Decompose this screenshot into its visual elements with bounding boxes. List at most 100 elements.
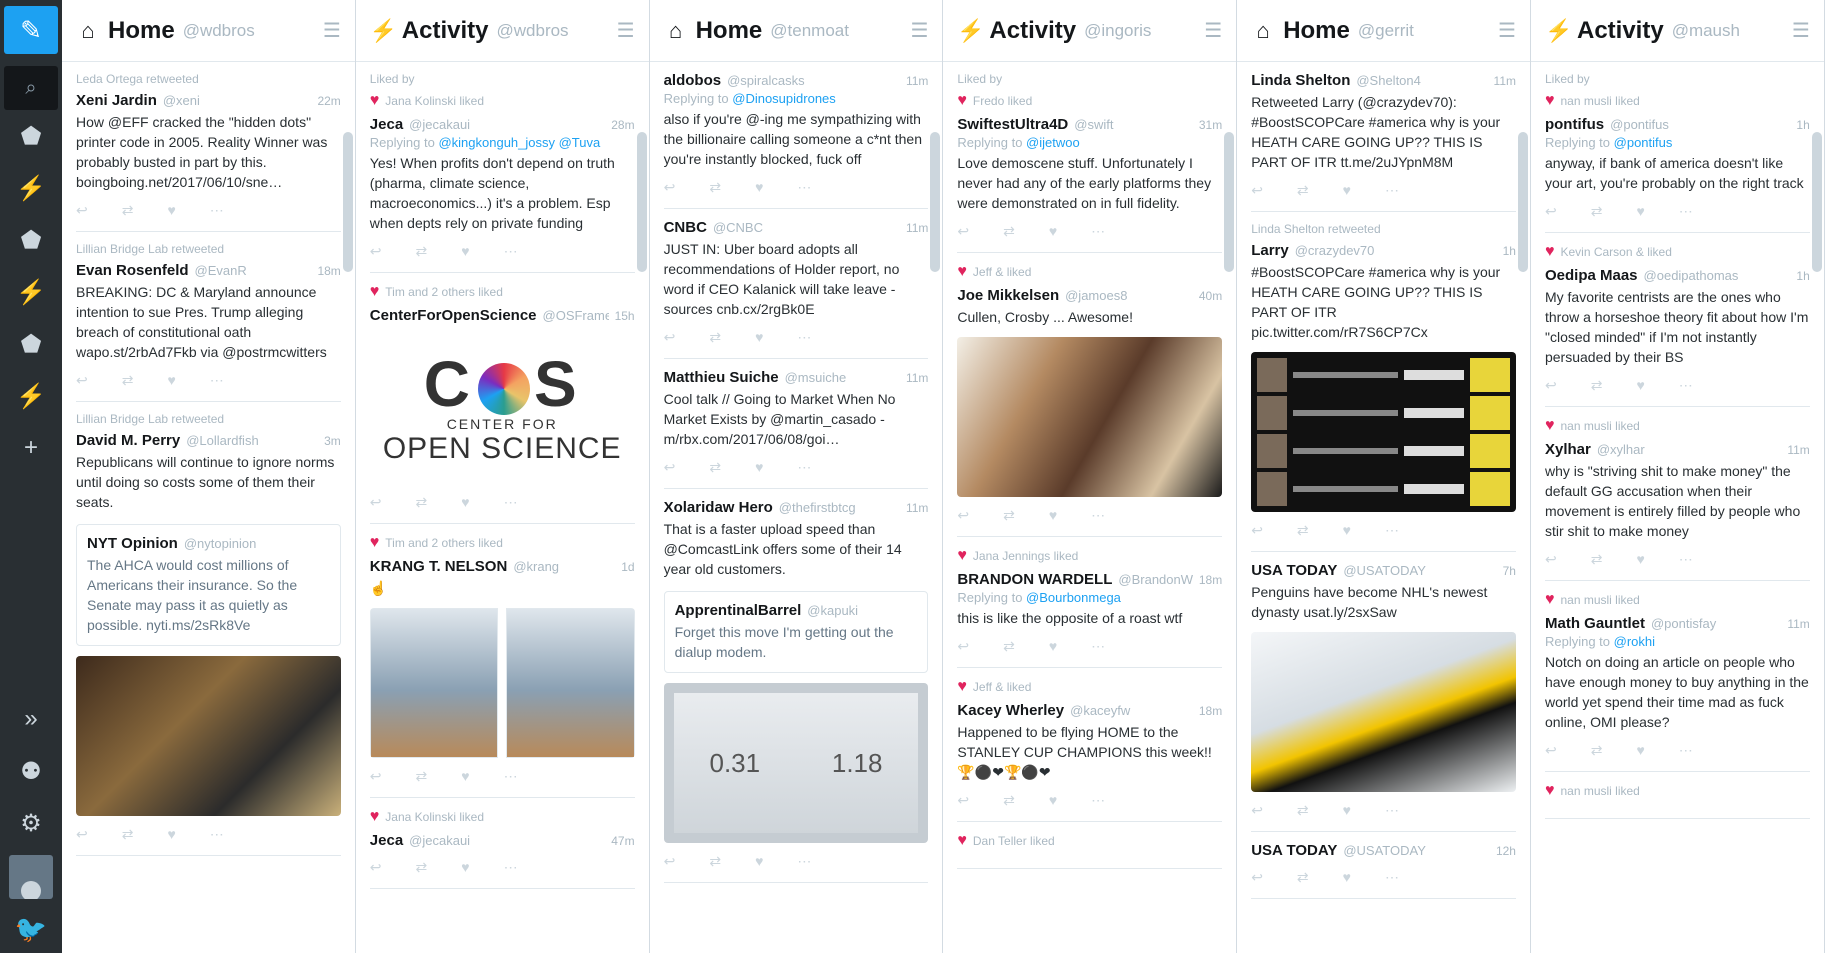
author-name[interactable]: USA TODAY bbox=[1251, 842, 1337, 859]
like-icon[interactable]: ♥ bbox=[167, 372, 175, 389]
column-title[interactable]: Activity bbox=[989, 17, 1076, 45]
author-handle[interactable]: @USATODAY bbox=[1343, 563, 1496, 578]
timestamp[interactable]: 40m bbox=[1199, 289, 1222, 303]
tweet-media[interactable] bbox=[1251, 632, 1516, 792]
column-title[interactable]: Home bbox=[696, 17, 763, 45]
timestamp[interactable]: 11m bbox=[906, 501, 928, 515]
activity-icon[interactable]: ⚡ bbox=[0, 370, 62, 422]
retweet-icon[interactable]: ⇄ bbox=[122, 202, 134, 219]
column-settings-icon[interactable]: ☰ bbox=[1792, 18, 1810, 43]
reply-icon[interactable]: ↩ bbox=[370, 494, 382, 511]
author-name[interactable]: Matthieu Suiche bbox=[664, 369, 779, 386]
tweet[interactable]: ♥ Jana Jennings liked BRANDON WARDELL @Bran… bbox=[957, 537, 1223, 668]
like-icon[interactable]: ♥ bbox=[461, 768, 469, 785]
tweet[interactable]: ♥ Jeff & liked Joe Mikkelsen @jamoes8 40m Cul… bbox=[957, 253, 1223, 537]
retweet-icon[interactable]: ⇄ bbox=[1591, 203, 1603, 220]
more-icon[interactable]: ⋯ bbox=[1091, 792, 1105, 809]
tweet-media[interactable]: C S CENTER FOR OPEN SCIENCE bbox=[369, 334, 635, 484]
reply-icon[interactable]: ↩ bbox=[1545, 377, 1557, 394]
more-icon[interactable]: ⋯ bbox=[1091, 507, 1105, 524]
more-icon[interactable]: ⋯ bbox=[210, 202, 224, 219]
author-name[interactable]: David M. Perry bbox=[76, 432, 180, 449]
home-icon[interactable]: ⬟ bbox=[0, 318, 62, 370]
tweet[interactable]: ♥ Jana Kolinski liked Jeca @jecakaui 47m ↩ ⇄ ♥ ⋯ bbox=[369, 798, 635, 889]
avatar[interactable] bbox=[9, 855, 53, 899]
author-handle[interactable]: @jecakaui bbox=[409, 117, 605, 132]
like-icon[interactable]: ♥ bbox=[1049, 223, 1057, 240]
more-icon[interactable]: ⋯ bbox=[797, 459, 811, 476]
retweet-icon[interactable]: ⇄ bbox=[709, 329, 721, 346]
tweet[interactable]: Leda Ortega retweeted Xeni Jardin @xeni 22m… bbox=[76, 62, 341, 232]
timestamp[interactable]: 11m bbox=[1787, 617, 1809, 631]
tweet[interactable]: CNBC @CNBC 11m JUST IN: Uber board adopts a… bbox=[663, 209, 929, 359]
more-icon[interactable]: ⋯ bbox=[1679, 742, 1693, 759]
like-icon[interactable]: ♥ bbox=[461, 243, 469, 260]
author-handle[interactable]: @oedipathomas bbox=[1644, 268, 1791, 283]
reply-to-handle[interactable]: @pontifus bbox=[1614, 135, 1673, 150]
author-handle[interactable]: @swift bbox=[1074, 117, 1193, 132]
like-icon[interactable]: ♥ bbox=[1636, 377, 1644, 394]
retweet-icon[interactable]: ⇄ bbox=[416, 243, 428, 260]
timestamp[interactable]: 12h bbox=[1496, 844, 1516, 858]
author-handle[interactable]: @pontifus bbox=[1610, 117, 1790, 132]
author-name[interactable]: Oedipa Maas bbox=[1545, 267, 1638, 284]
tweet-media[interactable] bbox=[76, 656, 341, 816]
timestamp[interactable]: 28m bbox=[611, 118, 634, 132]
more-icon[interactable]: ⋯ bbox=[1385, 869, 1399, 886]
timestamp[interactable]: 1h bbox=[1796, 118, 1809, 132]
tweet[interactable]: ♥ Kevin Carson & liked Oedipa Maas @oedipat… bbox=[1544, 233, 1810, 407]
tweet[interactable]: ♥ Dan Teller liked bbox=[957, 822, 1223, 869]
timestamp[interactable]: 15h bbox=[615, 309, 635, 323]
column-settings-icon[interactable]: ☰ bbox=[617, 18, 635, 43]
author-name[interactable]: KRANG T. NELSON bbox=[370, 558, 508, 575]
more-icon[interactable]: ⋯ bbox=[504, 243, 518, 260]
search-icon[interactable]: ⌕ bbox=[4, 66, 58, 110]
tweet[interactable]: USA TODAY @USATODAY 12h ↩ ⇄ ♥ ⋯ bbox=[1251, 832, 1516, 899]
author-handle[interactable]: @Lollardfish bbox=[186, 433, 318, 448]
author-name[interactable]: Jeca bbox=[370, 116, 403, 133]
author-name[interactable]: Xolaridaw Hero bbox=[664, 499, 773, 516]
retweet-icon[interactable]: ⇄ bbox=[1003, 792, 1015, 809]
tweet-media[interactable] bbox=[369, 608, 635, 758]
retweet-icon[interactable]: ⇄ bbox=[1003, 638, 1015, 655]
author-name[interactable]: CenterForOpenScience bbox=[370, 307, 537, 324]
author-name[interactable]: Xylhar bbox=[1545, 441, 1591, 458]
reply-icon[interactable]: ↩ bbox=[957, 507, 969, 524]
tweet[interactable]: ♥ Tim and 2 others liked KRANG T. NELSON @k… bbox=[369, 524, 635, 798]
author-handle[interactable]: @CNBC bbox=[713, 220, 900, 235]
tweet[interactable]: ♥ Tim and 2 others liked CenterForOpenScie… bbox=[369, 273, 635, 524]
quoted-tweet[interactable]: ApprentinalBarrel @kapuki Forget this move… bbox=[663, 591, 929, 673]
scrollbar[interactable] bbox=[930, 132, 941, 272]
reply-to-handle[interactable]: @rokhi bbox=[1614, 634, 1655, 649]
timestamp[interactable]: 11m bbox=[906, 74, 928, 88]
timestamp[interactable]: 1h bbox=[1796, 269, 1809, 283]
author-handle[interactable]: @jamoes8 bbox=[1065, 288, 1193, 303]
more-icon[interactable]: ⋯ bbox=[1385, 522, 1399, 539]
retweet-icon[interactable]: ⇄ bbox=[1591, 551, 1603, 568]
more-icon[interactable]: ⋯ bbox=[1679, 203, 1693, 220]
settings-icon[interactable]: ⚙ bbox=[0, 797, 62, 849]
retweet-icon[interactable]: ⇄ bbox=[709, 459, 721, 476]
tweet[interactable]: ♥ nan musli liked Xylhar @xylhar 11m why is "… bbox=[1544, 407, 1810, 581]
tweet[interactable]: Matthieu Suiche @msuiche 11m Cool talk // G… bbox=[663, 359, 929, 489]
like-icon[interactable]: ♥ bbox=[1049, 638, 1057, 655]
more-icon[interactable]: ⋯ bbox=[797, 329, 811, 346]
author-name[interactable]: Evan Rosenfeld bbox=[76, 262, 189, 279]
retweet-icon[interactable]: ⇄ bbox=[1297, 869, 1309, 886]
more-icon[interactable]: ⋯ bbox=[1091, 223, 1105, 240]
author-handle[interactable]: @jecakaui bbox=[409, 833, 605, 848]
author-handle[interactable]: @xeni bbox=[163, 93, 312, 108]
retweet-icon[interactable]: ⇄ bbox=[122, 372, 134, 389]
author-name[interactable]: SwiftestUltra4D bbox=[957, 116, 1068, 133]
tweet[interactable]: Liked by ♥ nan musli liked pontifus @pontifu… bbox=[1544, 62, 1810, 233]
timestamp[interactable]: 1h bbox=[1503, 244, 1516, 258]
like-icon[interactable]: ♥ bbox=[1636, 203, 1644, 220]
like-icon[interactable]: ♥ bbox=[1049, 507, 1057, 524]
like-icon[interactable]: ♥ bbox=[755, 853, 763, 870]
column-title[interactable]: Activity bbox=[402, 17, 489, 45]
retweet-icon[interactable]: ⇄ bbox=[1297, 522, 1309, 539]
timestamp[interactable]: 22m bbox=[317, 94, 340, 108]
more-icon[interactable]: ⋯ bbox=[504, 859, 518, 876]
retweet-icon[interactable]: ⇄ bbox=[1297, 802, 1309, 819]
timestamp[interactable]: 47m bbox=[611, 834, 634, 848]
